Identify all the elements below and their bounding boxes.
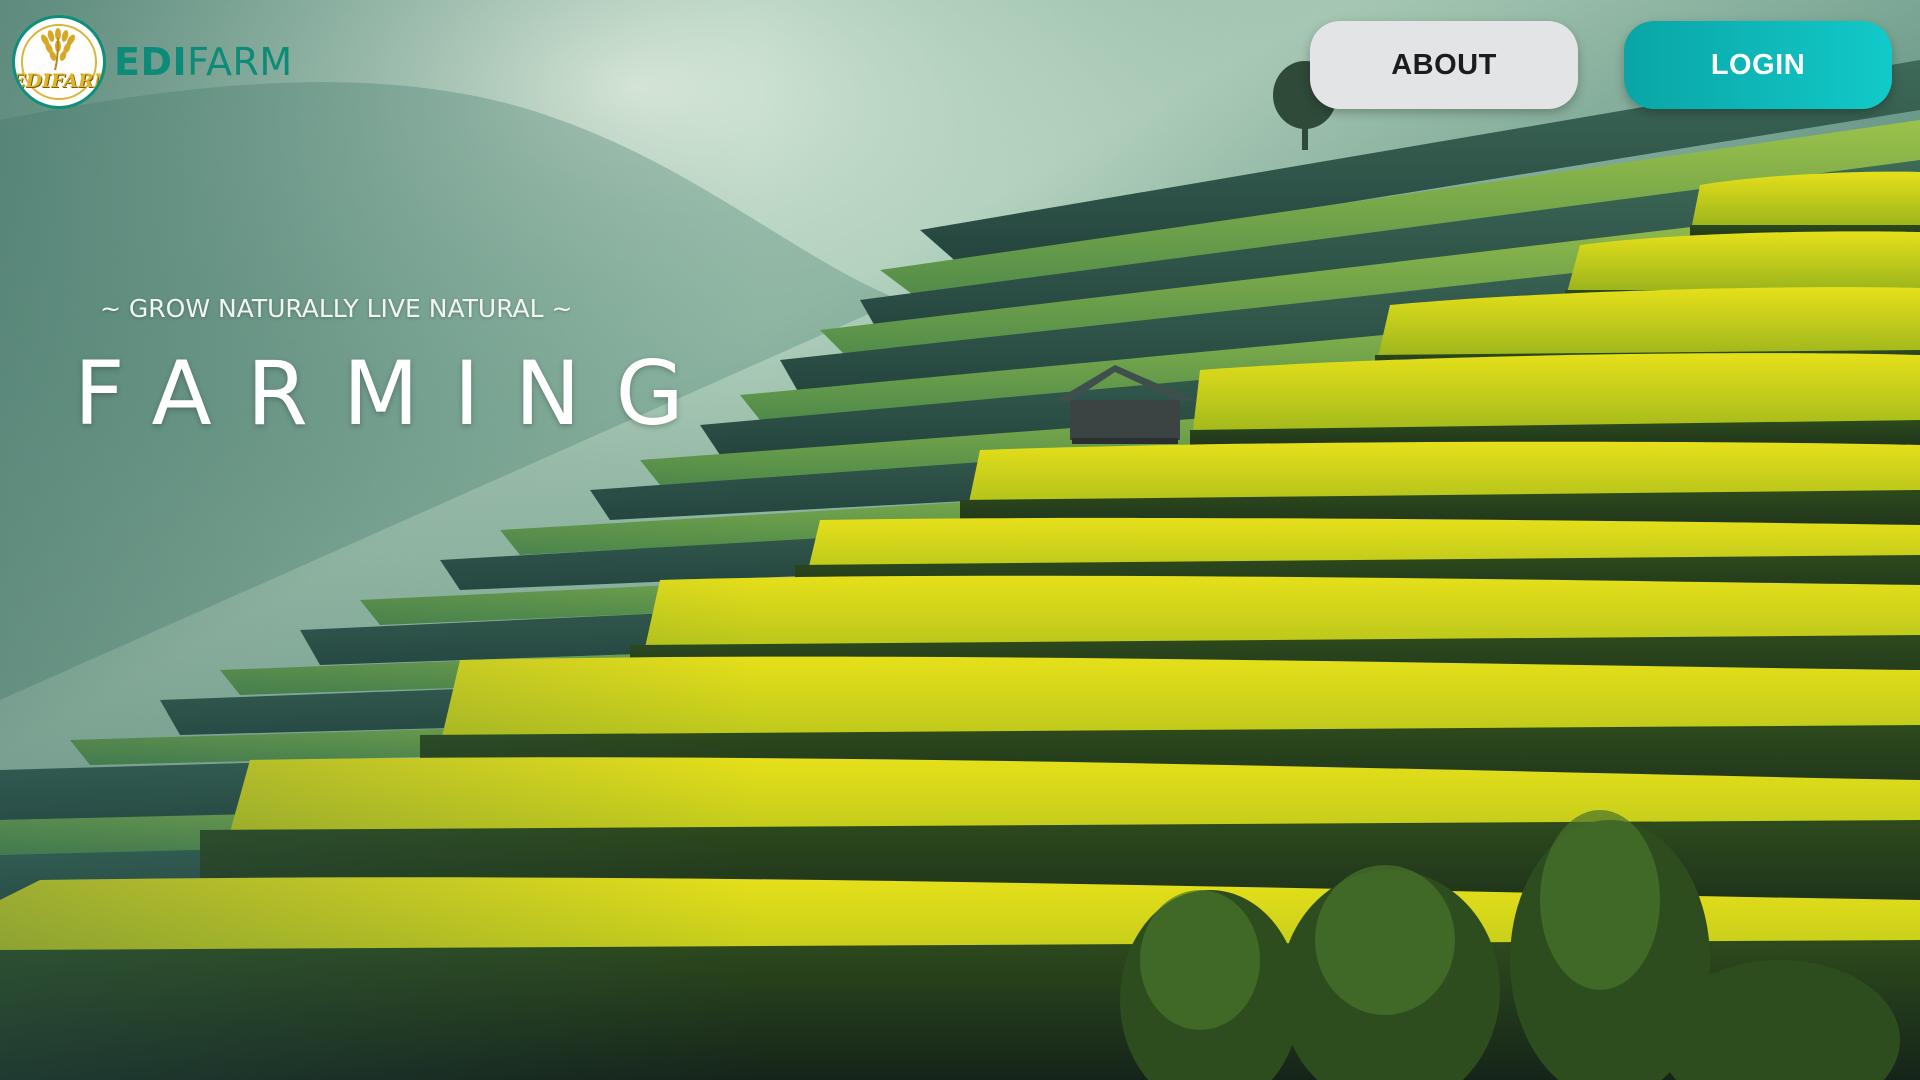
rice-stalk-icon xyxy=(41,28,75,71)
about-button[interactable]: ABOUT xyxy=(1310,21,1578,109)
brand-logo[interactable]: EDIFARM EDIFARM xyxy=(12,12,293,112)
hero-background-image xyxy=(0,0,1920,1080)
brand-name-rest: FARM xyxy=(187,40,293,84)
hero-tagline: ~ GROW NATURALLY LIVE NATURAL ~ xyxy=(100,294,573,323)
brand-name: EDIFARM xyxy=(114,43,293,81)
login-button[interactable]: LOGIN xyxy=(1624,21,1892,109)
brand-name-bold: EDI xyxy=(114,40,188,84)
rice-grain-logo-icon: EDIFARM xyxy=(12,15,106,109)
hero-headline: FARMING xyxy=(74,342,719,445)
logo-text: EDIFARM xyxy=(12,70,106,92)
